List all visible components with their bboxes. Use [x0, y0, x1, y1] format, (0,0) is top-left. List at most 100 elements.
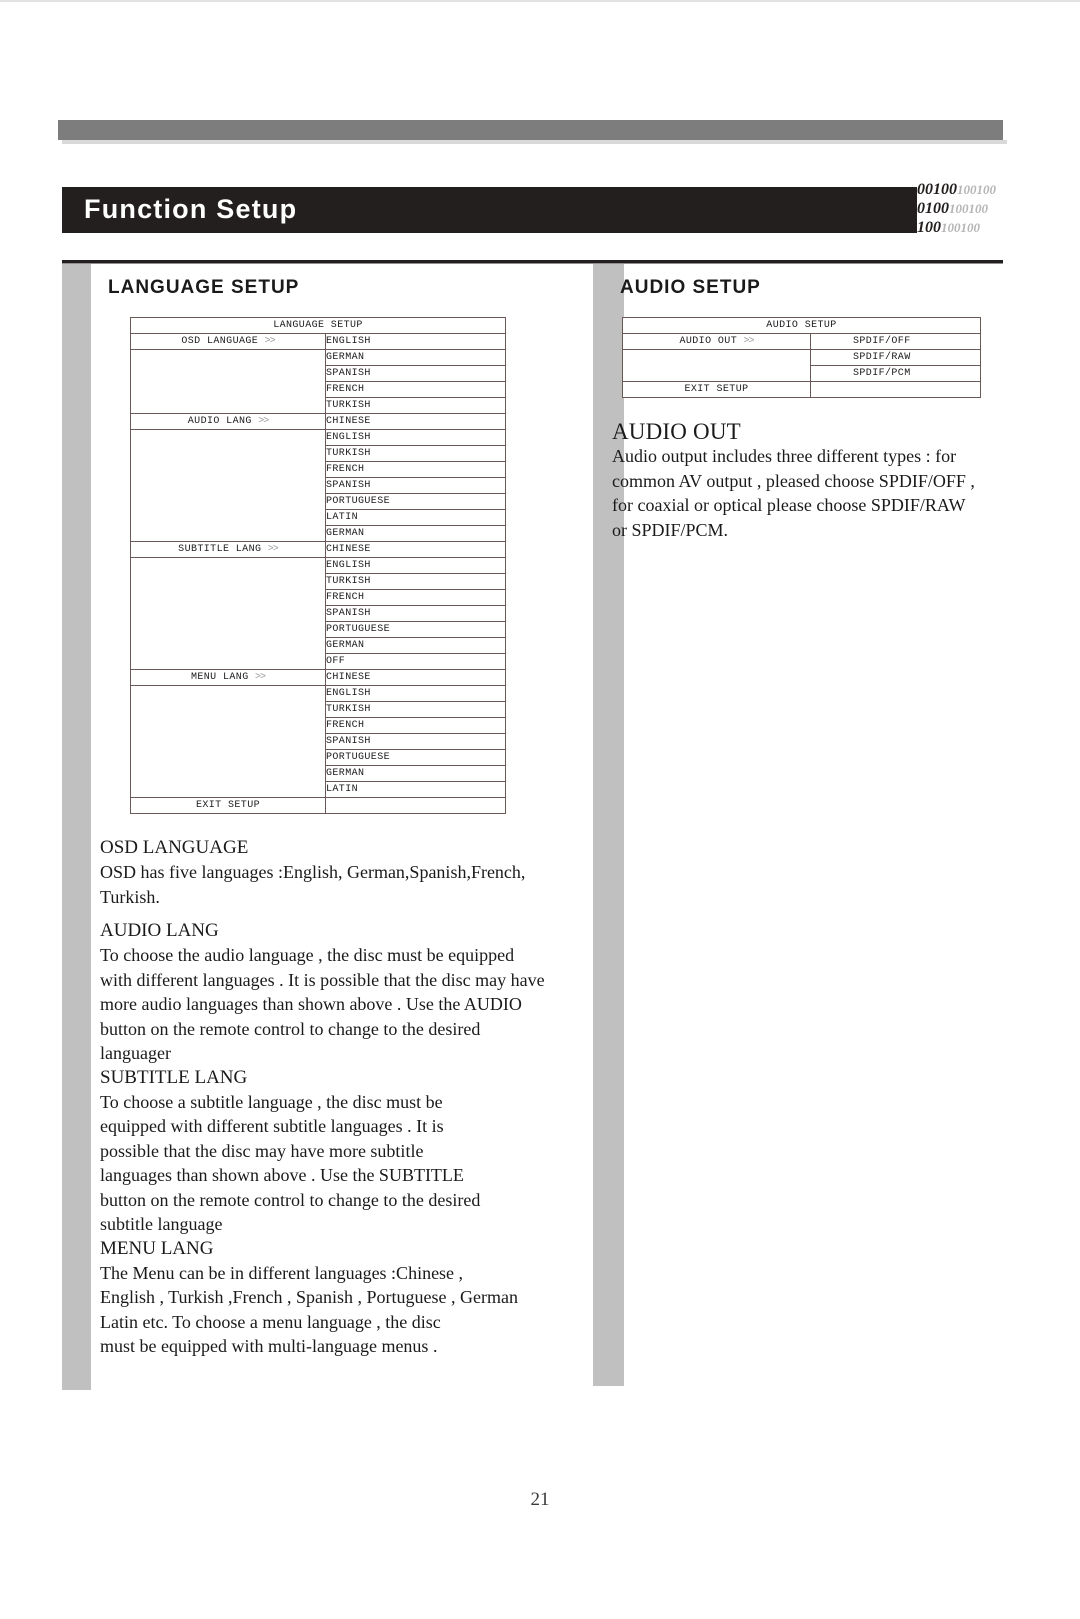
table-row[interactable]: SPDIF/PCM: [622, 365, 981, 382]
option-cell[interactable]: ENGLISH: [325, 429, 506, 446]
table-row[interactable]: PORTUGUESE: [130, 493, 506, 510]
menu-item-menu-lang[interactable]: MENU LANG >>: [130, 669, 326, 686]
osd-table-title-row: AUDIO SETUP: [622, 317, 981, 334]
spacer-cell: [130, 445, 326, 462]
option-cell[interactable]: TURKISH: [325, 701, 506, 718]
table-row[interactable]: AUDIO OUT >> SPDIF/OFF: [622, 333, 981, 350]
table-row[interactable]: TURKISH: [130, 445, 506, 462]
table-row[interactable]: PORTUGUESE: [130, 749, 506, 766]
spacer-cell: [130, 381, 326, 398]
spacer-cell: [130, 509, 326, 526]
option-cell[interactable]: TURKISH: [325, 573, 506, 590]
table-row[interactable]: PORTUGUESE: [130, 621, 506, 638]
spacer-cell: [325, 797, 506, 814]
option-cell[interactable]: GERMAN: [325, 765, 506, 782]
option-cell[interactable]: CHINESE: [325, 413, 506, 430]
option-cell[interactable]: SPANISH: [325, 605, 506, 622]
option-cell[interactable]: FRENCH: [325, 717, 506, 734]
table-row[interactable]: OFF: [130, 653, 506, 670]
table-row[interactable]: EXIT SETUP: [622, 381, 981, 398]
option-cell[interactable]: SPANISH: [325, 733, 506, 750]
table-row[interactable]: LATIN: [130, 509, 506, 526]
option-cell[interactable]: PORTUGUESE: [325, 749, 506, 766]
topic-line: Latin etc. To choose a menu language , t…: [100, 1311, 441, 1332]
spacer-cell: [130, 637, 326, 654]
option-cell[interactable]: FRENCH: [325, 589, 506, 606]
option-cell[interactable]: OFF: [325, 653, 506, 670]
table-row[interactable]: LATIN: [130, 781, 506, 798]
option-cell[interactable]: SPDIF/PCM: [810, 365, 981, 382]
table-row[interactable]: SUBTITLE LANG >> CHINESE: [130, 541, 506, 558]
table-row[interactable]: SPDIF/RAW: [622, 349, 981, 366]
option-cell[interactable]: FRENCH: [325, 381, 506, 398]
topic-heading-osd-language: OSD LANGUAGE: [100, 837, 249, 858]
table-row[interactable]: SPANISH: [130, 733, 506, 750]
audio-setup-osd-table: AUDIO SETUP AUDIO OUT >> SPDIF/OFF SPDIF…: [622, 317, 982, 398]
table-row[interactable]: FRENCH: [130, 589, 506, 606]
option-cell[interactable]: FRENCH: [325, 461, 506, 478]
option-cell[interactable]: ENGLISH: [325, 685, 506, 702]
topic-line: or SPDIF/PCM.: [612, 519, 729, 540]
spacer-cell: [810, 381, 981, 398]
option-cell[interactable]: LATIN: [325, 509, 506, 526]
option-cell[interactable]: ENGLISH: [325, 333, 506, 350]
option-cell[interactable]: CHINESE: [325, 541, 506, 558]
table-row[interactable]: GERMAN: [130, 349, 506, 366]
table-row[interactable]: ENGLISH: [130, 685, 506, 702]
table-row[interactable]: FRENCH: [130, 461, 506, 478]
table-row[interactable]: OSD LANGUAGE >> ENGLISH: [130, 333, 506, 350]
option-cell[interactable]: GERMAN: [325, 349, 506, 366]
option-cell[interactable]: GERMAN: [325, 637, 506, 654]
spacer-cell: [130, 621, 326, 638]
menu-item-label: AUDIO OUT: [679, 336, 738, 347]
table-row[interactable]: GERMAN: [130, 765, 506, 782]
option-cell[interactable]: ENGLISH: [325, 557, 506, 574]
table-row[interactable]: SPANISH: [130, 477, 506, 494]
option-cell[interactable]: SPDIF/OFF: [810, 333, 981, 350]
chevron-right-icon: >>: [255, 672, 266, 683]
spacer-cell: [622, 365, 811, 382]
table-row[interactable]: AUDIO LANG >> CHINESE: [130, 413, 506, 430]
table-row[interactable]: FRENCH: [130, 381, 506, 398]
option-cell[interactable]: SPANISH: [325, 477, 506, 494]
chevron-right-icon: >>: [267, 544, 279, 555]
option-cell[interactable]: PORTUGUESE: [325, 621, 506, 638]
menu-item-label: SUBTITLE LANG: [178, 544, 262, 555]
topic-line: To choose a subtitle language , the disc…: [100, 1091, 443, 1112]
option-cell[interactable]: CHINESE: [325, 669, 506, 686]
table-row[interactable]: MENU LANG >> CHINESE: [130, 669, 506, 686]
menu-item-subtitle-lang[interactable]: SUBTITLE LANG >>: [130, 541, 326, 558]
table-row[interactable]: SPANISH: [130, 365, 506, 382]
menu-item-audio-lang[interactable]: AUDIO LANG >>: [130, 413, 326, 430]
option-cell[interactable]: TURKISH: [325, 445, 506, 462]
option-cell[interactable]: LATIN: [325, 781, 506, 798]
chevron-right-icon: >>: [258, 416, 269, 427]
option-cell[interactable]: TURKISH: [325, 397, 506, 414]
spacer-cell: [130, 765, 326, 782]
table-row[interactable]: ENGLISH: [130, 557, 506, 574]
option-cell[interactable]: GERMAN: [325, 525, 506, 542]
menu-item-exit-setup[interactable]: EXIT SETUP: [622, 381, 811, 398]
table-row[interactable]: TURKISH: [130, 397, 506, 414]
menu-item-osd-language[interactable]: OSD LANGUAGE >>: [130, 333, 326, 350]
table-row[interactable]: ENGLISH: [130, 429, 506, 446]
table-row[interactable]: FRENCH: [130, 717, 506, 734]
table-row[interactable]: TURKISH: [130, 701, 506, 718]
option-cell[interactable]: SPDIF/RAW: [810, 349, 981, 366]
option-cell[interactable]: SPANISH: [325, 365, 506, 382]
table-row[interactable]: SPANISH: [130, 605, 506, 622]
table-row[interactable]: GERMAN: [130, 525, 506, 542]
table-row[interactable]: TURKISH: [130, 573, 506, 590]
menu-item-audio-out[interactable]: AUDIO OUT >>: [622, 333, 811, 350]
topic-heading-audio-out: AUDIO OUT: [612, 419, 741, 444]
menu-item-exit-setup[interactable]: EXIT SETUP: [130, 797, 326, 814]
option-cell[interactable]: PORTUGUESE: [325, 493, 506, 510]
spacer-cell: [130, 557, 326, 574]
left-column: LANGUAGE SETUP LANGUAGE SETUP OSD LANGUA…: [100, 277, 580, 1359]
spacer-cell: [130, 749, 326, 766]
menu-item-label: OSD LANGUAGE: [181, 336, 259, 347]
table-row[interactable]: EXIT SETUP: [130, 797, 506, 814]
table-row[interactable]: GERMAN: [130, 637, 506, 654]
